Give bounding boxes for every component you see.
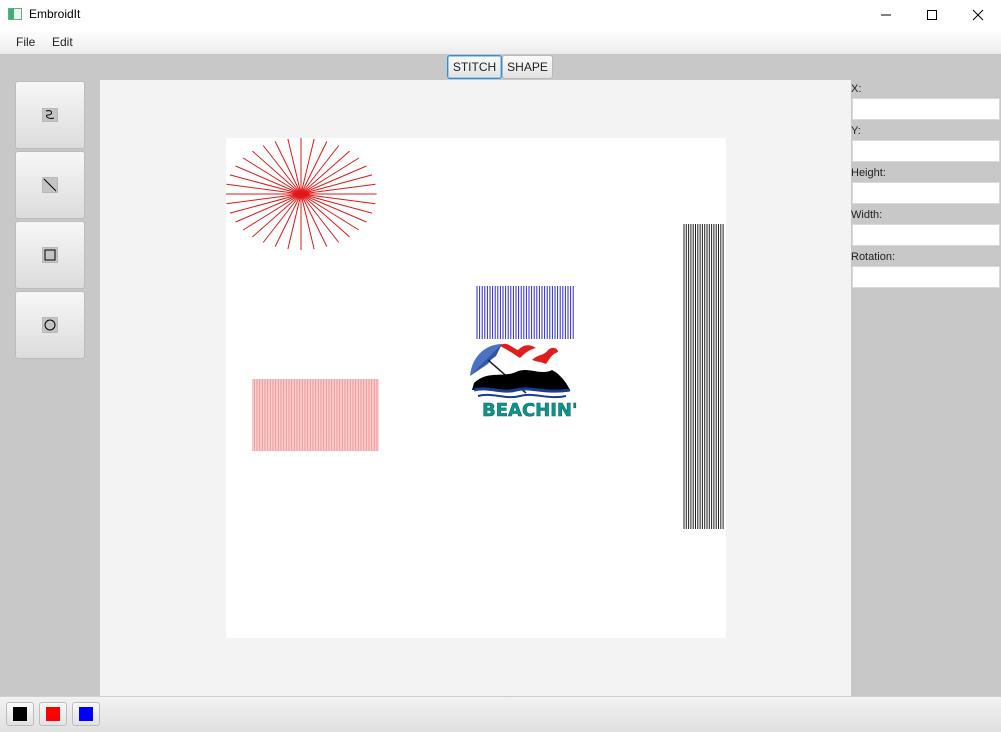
minimize-button[interactable] (863, 0, 909, 30)
x-label: X: (851, 83, 862, 95)
title-bar: EmbroidIt (0, 0, 1001, 30)
maximize-button[interactable] (909, 0, 955, 30)
rotation-label: Rotation: (851, 251, 896, 263)
black-stitch-block[interactable] (683, 224, 724, 529)
stitch-mode-button[interactable]: STITCH (447, 55, 502, 79)
x-field[interactable] (852, 98, 1000, 120)
black-swatch (13, 707, 27, 721)
freehand-tool-button[interactable] (15, 81, 85, 149)
color-palette-bar (0, 696, 1001, 732)
menu-file[interactable]: File (16, 35, 35, 49)
menu-edit[interactable]: Edit (52, 35, 73, 49)
y-label: Y: (851, 125, 861, 137)
shape-mode-button[interactable]: SHAPE (502, 55, 553, 79)
square-icon (42, 247, 58, 263)
color-black-button[interactable] (6, 702, 34, 726)
close-icon (972, 9, 984, 21)
height-label: Height: (851, 167, 886, 179)
circle-icon (42, 317, 58, 333)
workspace: BEACHIN' (100, 80, 851, 696)
blue-stitch-block[interactable] (476, 286, 574, 339)
line-tool-button[interactable] (15, 151, 85, 219)
wave-shape (472, 370, 570, 390)
window-title: EmbroidIt (29, 7, 81, 21)
maximize-icon (927, 10, 937, 20)
width-label: Width: (851, 209, 883, 221)
menu-bar: File Edit (0, 30, 1001, 55)
embroidery-canvas[interactable]: BEACHIN' (226, 138, 726, 638)
color-red-button[interactable] (39, 702, 67, 726)
ellipse-tool-button[interactable] (15, 291, 85, 359)
width-field[interactable] (852, 224, 1000, 246)
seagull-shape (500, 343, 536, 358)
properties-panel: X: Y: Height: Width: Rotation: (851, 80, 1001, 696)
height-field[interactable] (852, 182, 1000, 204)
y-field[interactable] (852, 140, 1000, 162)
close-button[interactable] (955, 0, 1001, 30)
color-blue-button[interactable] (72, 702, 100, 726)
app-icon (8, 8, 22, 20)
blue-swatch (79, 707, 93, 721)
minimize-icon (881, 14, 891, 16)
beach-logo-image[interactable] (470, 343, 571, 399)
squiggle-icon (42, 108, 58, 122)
canvas-drawing: BEACHIN' (226, 138, 724, 529)
rectangle-tool-button[interactable] (15, 221, 85, 289)
red-swatch (46, 707, 60, 721)
rotation-field[interactable] (852, 266, 1000, 288)
red-stitch-block[interactable] (252, 379, 379, 451)
diagonal-line-icon (42, 177, 58, 193)
beach-logo-text: BEACHIN' (482, 400, 578, 421)
starburst-stitch[interactable] (226, 138, 377, 250)
